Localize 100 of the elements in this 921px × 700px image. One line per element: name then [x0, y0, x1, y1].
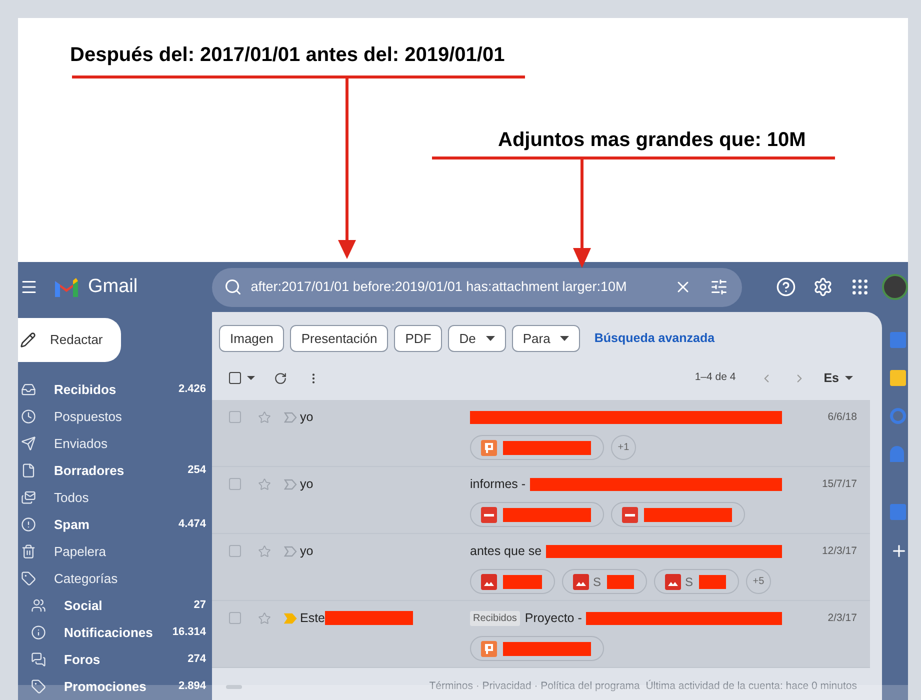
alert-icon [21, 517, 36, 532]
email-row[interactable]: yo +1 6/6/18 [212, 400, 870, 467]
advanced-search-link[interactable]: Búsqueda avanzada [594, 329, 715, 348]
star-icon[interactable] [258, 478, 271, 490]
important-marker-icon[interactable] [284, 612, 297, 624]
language-button[interactable]: Es [824, 368, 853, 388]
search-icon [224, 278, 242, 296]
pencil-icon [20, 332, 36, 348]
unread-count: 16.314 [172, 625, 206, 640]
refresh-icon[interactable] [274, 372, 287, 384]
search-field[interactable]: after:2017/01/01 before:2019/01/01 has:attachment larger:10M [212, 268, 742, 306]
subject-text: antes que se [470, 542, 542, 560]
redaction-bar [607, 574, 634, 588]
pdf-file-icon [481, 506, 497, 522]
attachment-name: S [593, 574, 602, 590]
filter-sliders-icon[interactable] [710, 278, 728, 296]
folder-label: Pospuestos [54, 408, 123, 426]
label-icon [21, 571, 36, 586]
folder-label: Spam [54, 516, 90, 534]
filter-chip[interactable]: Imagen [219, 325, 284, 352]
apps-grid-icon[interactable] [850, 277, 870, 297]
folder-label: Foros [64, 650, 102, 669]
attachment-chip[interactable] [611, 502, 745, 527]
attachment-chip[interactable] [470, 435, 604, 460]
select-checkbox[interactable] [229, 372, 241, 384]
attachment-name: S [685, 574, 694, 590]
caret-icon[interactable] [247, 376, 255, 380]
important-marker-icon[interactable] [284, 546, 297, 556]
menu-icon[interactable] [20, 278, 38, 296]
settings-icon[interactable] [813, 277, 834, 297]
sidebar-item[interactable]: Spam 4.474 [18, 511, 212, 538]
send-icon [21, 436, 36, 451]
plus-icon[interactable] [890, 542, 908, 560]
sidebar-item[interactable]: Papelera [18, 538, 212, 565]
star-icon[interactable] [258, 410, 271, 424]
email-date: 12/3/17 [820, 544, 858, 559]
unread-count: 4.474 [178, 517, 206, 532]
unread-count: 274 [188, 652, 206, 668]
sidebar-item[interactable]: Pospuestos [18, 403, 212, 430]
email-row[interactable]: yo antes que se S S +5 12/3/17 [212, 534, 870, 601]
row-checkbox[interactable] [229, 411, 241, 423]
filter-chip[interactable]: Presentación [290, 325, 388, 352]
app-name: Gmail [88, 274, 138, 299]
filter-chip[interactable]: Para [512, 325, 580, 352]
email-date: 15/7/17 [820, 477, 858, 492]
more-attachments-count[interactable]: +1 [611, 435, 636, 460]
attachment-chip[interactable] [470, 502, 604, 527]
row-checkbox[interactable] [229, 478, 241, 490]
clock-icon [21, 409, 36, 424]
redaction-bar [699, 574, 726, 588]
sidebar-item[interactable]: Enviados [18, 430, 212, 457]
people-icon [31, 598, 46, 613]
email-date: 2/3/17 [826, 611, 858, 626]
sidebar-item[interactable]: Categorías [18, 565, 212, 592]
attachment-chip[interactable] [470, 636, 604, 661]
filter-chip[interactable]: De [448, 325, 506, 352]
image-file-icon [481, 574, 497, 590]
image-file-icon [665, 574, 681, 590]
footer-text: Términos · Privacidad · Política del programa Última actividad de la cuenta: hace 0 minutos [429, 679, 857, 694]
unread-count: 2.894 [178, 679, 206, 694]
help-icon[interactable] [776, 277, 796, 297]
more-attachments-count[interactable]: +5 [746, 569, 771, 594]
slides-file-icon [481, 440, 497, 456]
sender-name: yo [300, 476, 314, 493]
important-marker-icon[interactable] [284, 478, 297, 490]
sidebar-item[interactable]: Social 27 [18, 592, 212, 619]
mail-logo-icon [53, 277, 80, 297]
email-row[interactable]: yo informes - 15/7/17 [212, 467, 870, 534]
attachment-chip[interactable] [470, 569, 555, 594]
avatar[interactable] [882, 274, 908, 300]
chat-icon [31, 652, 46, 667]
trash-icon [21, 544, 36, 559]
compose-button[interactable]: Redactar [18, 318, 121, 362]
sidebar-item[interactable]: Foros 274 [18, 646, 212, 673]
email-row[interactable]: Este Recibidos Proyecto - 2/3/17 [212, 601, 870, 668]
annotation-text: Después del: 2017/01/01 antes del: 2019/01/01 [70, 43, 505, 68]
subject-text: informes - [470, 476, 526, 493]
attachment-chip[interactable]: S [654, 569, 739, 594]
slides-file-icon [481, 640, 497, 656]
sender-name: yo [300, 542, 314, 560]
unread-count: 2.426 [178, 382, 206, 398]
filter-chip[interactable]: PDF [394, 325, 442, 352]
sidebar-item[interactable]: Promociones 2.894 [18, 673, 212, 700]
sidebar-item[interactable]: Recibidos 2.426 [18, 376, 212, 403]
mail-stack-icon [21, 490, 36, 505]
search-input[interactable]: after:2017/01/01 before:2019/01/01 has:attachment larger:10M [250, 276, 670, 298]
important-marker-icon[interactable] [284, 412, 297, 422]
star-icon[interactable] [258, 544, 271, 558]
star-icon[interactable] [258, 612, 271, 624]
pdf-file-icon [622, 506, 638, 522]
sidebar-item[interactable]: Notificaciones 16.314 [18, 619, 212, 646]
unread-count: 254 [188, 463, 206, 478]
sidebar-item[interactable]: Borradores 254 [18, 457, 212, 484]
row-checkbox[interactable] [229, 612, 241, 624]
folder-label: Social [64, 596, 104, 615]
folder-label: Promociones [64, 678, 148, 696]
row-checkbox[interactable] [229, 545, 241, 557]
redaction-bar [503, 574, 542, 588]
attachment-chip[interactable]: S [562, 569, 647, 594]
sidebar-item[interactable]: Todos [18, 484, 212, 511]
